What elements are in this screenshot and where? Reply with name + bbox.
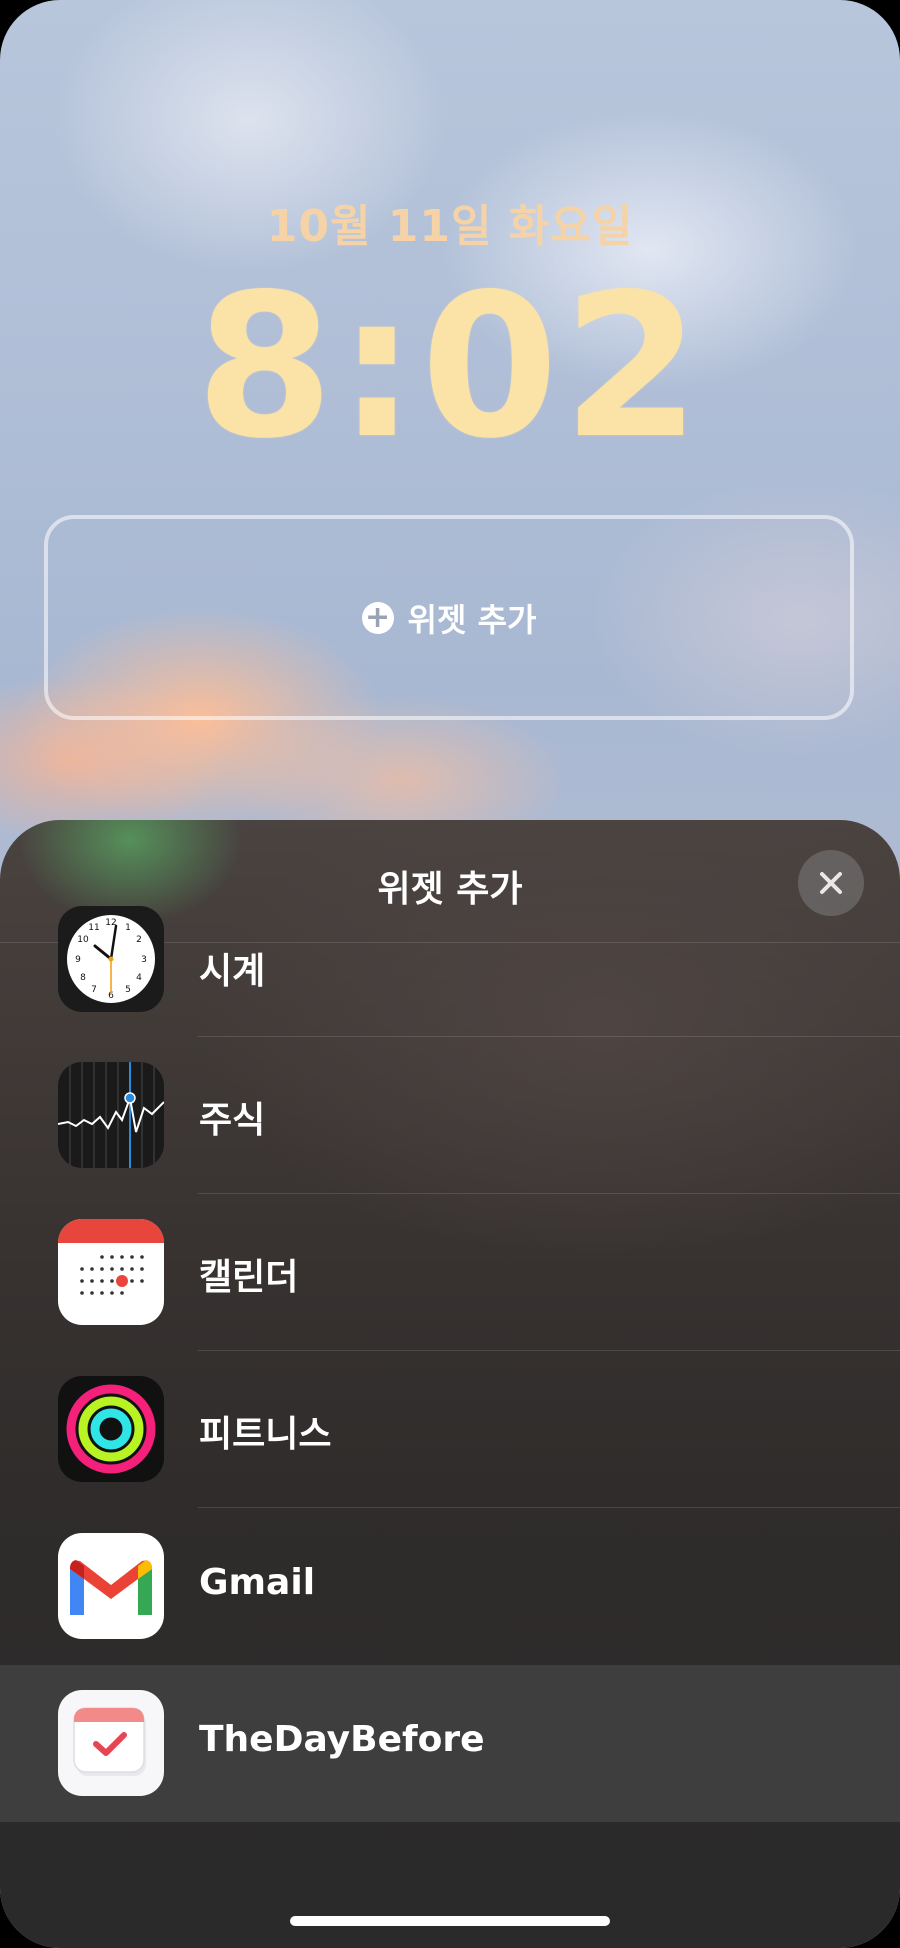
app-list: 12 1 2 345 678 9 10 11 시계 주식 캘린더 피트니스 Gm… xyxy=(0,906,900,1822)
svg-text:7: 7 xyxy=(91,985,97,995)
thedaybefore-icon xyxy=(58,1690,164,1796)
svg-text:1: 1 xyxy=(125,923,131,933)
svg-text:3: 3 xyxy=(141,955,147,965)
list-item-clock[interactable]: 12 1 2 345 678 9 10 11 시계 xyxy=(0,906,900,1037)
list-item-label: 시계 xyxy=(199,951,266,992)
clock-icon: 12 1 2 345 678 9 10 11 xyxy=(58,906,164,1012)
svg-text:10: 10 xyxy=(77,935,89,945)
sheet-title: 위젯 추가 xyxy=(377,869,523,910)
lockscreen-time: 8:02 xyxy=(195,251,705,482)
home-indicator[interactable] xyxy=(290,1916,610,1926)
plus-circle-icon: + xyxy=(361,601,394,634)
close-button[interactable] xyxy=(798,850,864,916)
add-widget-slot[interactable]: + 위젯 추가 xyxy=(44,515,854,720)
lockscreen-date[interactable]: 10월 11일 화요일 xyxy=(0,190,900,254)
svg-text:5: 5 xyxy=(125,985,131,995)
list-item-gmail[interactable]: Gmail xyxy=(0,1508,900,1665)
svg-text:4: 4 xyxy=(136,973,142,983)
list-item-label: 캘린더 xyxy=(199,1257,299,1298)
xmark-icon xyxy=(820,872,842,894)
calendar-icon xyxy=(58,1219,164,1325)
svg-text:8: 8 xyxy=(80,973,86,983)
gmail-icon xyxy=(58,1533,164,1639)
list-item-label: Gmail xyxy=(199,1562,316,1603)
svg-text:2: 2 xyxy=(136,935,142,945)
list-item-label: 피트니스 xyxy=(199,1414,332,1455)
add-widget-slot-label: 위젯 추가 xyxy=(407,600,537,639)
svg-text:11: 11 xyxy=(88,923,99,933)
fitness-rings-icon xyxy=(58,1376,164,1482)
list-item-thedaybefore[interactable]: TheDayBefore xyxy=(0,1665,900,1822)
svg-text:9: 9 xyxy=(75,955,81,965)
add-widget-sheet: 위젯 추가 12 1 2 345 678 9 10 11 시계 주식 캘린더 피… xyxy=(0,820,900,1948)
list-item-stocks[interactable]: 주식 xyxy=(0,1037,900,1194)
list-item-calendar[interactable]: 캘린더 xyxy=(0,1194,900,1351)
list-item-label: TheDayBefore xyxy=(199,1719,485,1760)
list-item-label: 주식 xyxy=(199,1100,266,1141)
lock-screen: 10월 11일 화요일 8:02 + 위젯 추가 위젯 추가 12 1 2 3 … xyxy=(0,0,900,1948)
list-item-fitness[interactable]: 피트니스 xyxy=(0,1351,900,1508)
stocks-icon xyxy=(58,1062,164,1168)
